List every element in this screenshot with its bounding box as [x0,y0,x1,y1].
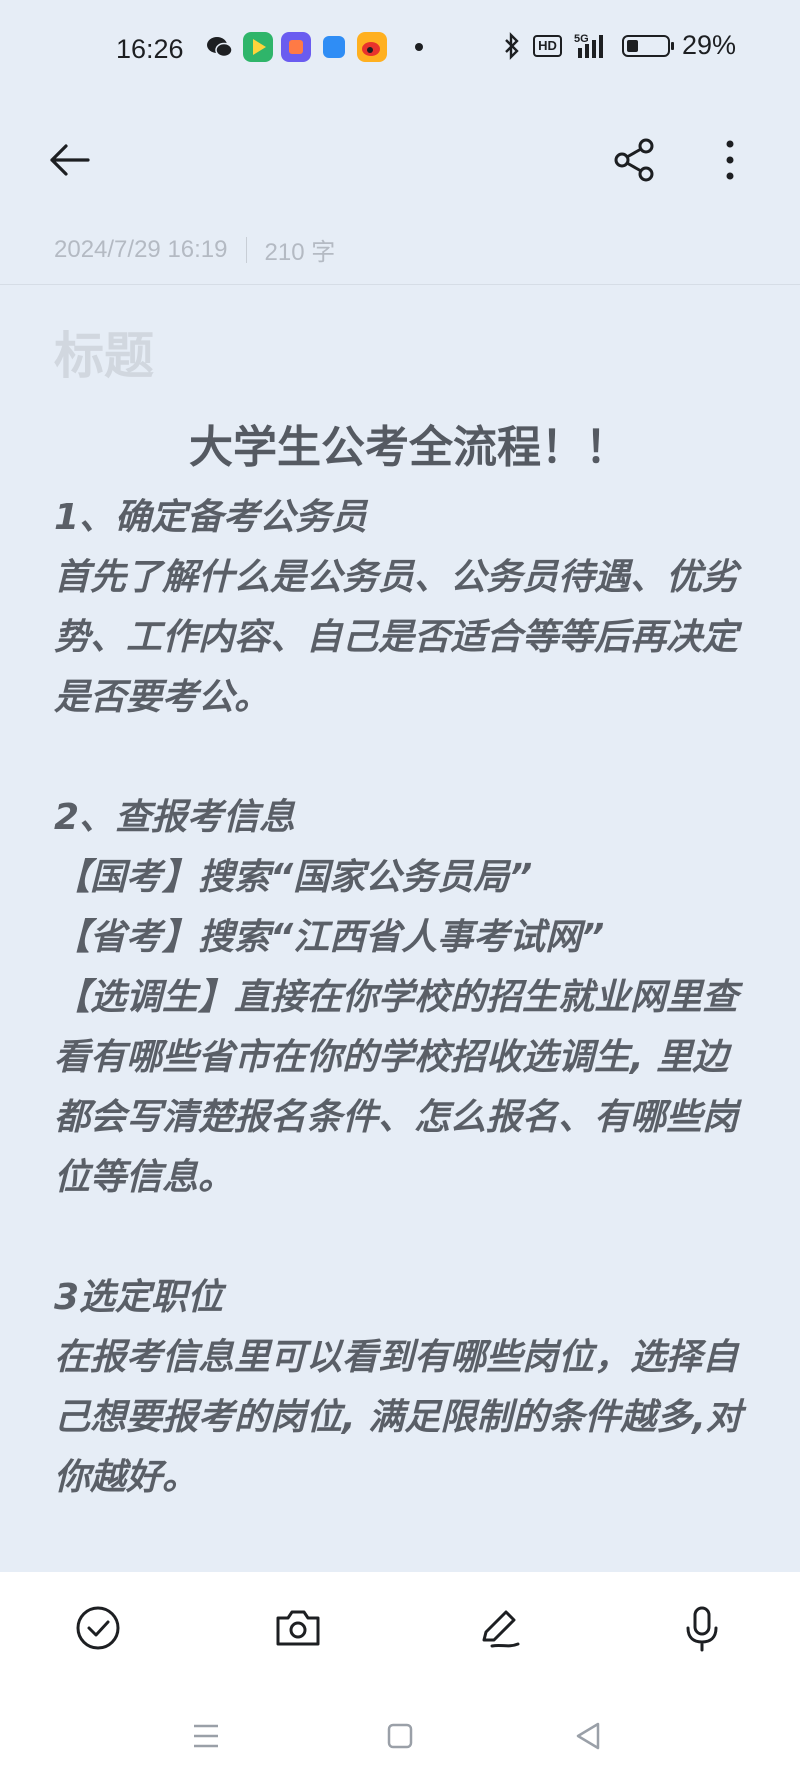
divider [0,284,800,285]
checklist-icon[interactable] [70,1600,126,1656]
note-line: 【选调生】直接在你学校的招生就业网里查 [54,977,739,1018]
note-line: 看有哪些省市在你的学校招收选调生, 里边 [54,1037,729,1078]
note-meta: 2024/7/29 16:19 210 字 [54,232,335,267]
note-word-count: 210 字 [264,239,336,266]
share-icon[interactable] [610,134,662,186]
note-line: 己想要报考的岗位, 满足限制的条件越多,对 [54,1397,742,1438]
note-datetime: 2024/7/29 16:19 [54,235,228,263]
note-body[interactable]: 大学生公考全流程！！ 1、确定备考公务员首先了解什么是公务员、公务员待遇、优劣势… [54,418,754,1508]
note-line: 【国考】搜索“国家公务员局” [54,857,533,898]
note-line: 2、查报考信息 [54,797,296,838]
status-bar: 16:26 HD 5G 29% [0,0,800,100]
meta-separator [245,236,247,263]
battery-fill [626,39,638,52]
office-app-icon [281,32,311,62]
note-line: 你越好。 [54,1457,199,1498]
menu-icon[interactable] [186,1716,226,1756]
note-line: 在报考信息里可以看到有哪些岗位，选择自 [54,1337,739,1378]
battery-icon [621,34,674,57]
note-heading: 大学生公考全流程！！ [189,422,629,473]
note-toolbar [0,120,800,200]
bottom-toolbar [0,1572,800,1778]
bluetooth-icon [505,31,519,60]
network-type: 5G [574,33,589,45]
weibo-icon [357,32,387,62]
status-time: 16:26 [116,34,184,64]
notification-icons [205,32,423,62]
note-line: 3选定职位 [54,1277,224,1318]
hd-badge: HD [533,34,562,57]
battery-percent: 29% [681,30,736,60]
handwriting-icon[interactable] [472,1600,528,1656]
blue-app-icon [323,36,345,58]
system-icons: HD 5G 29% [503,30,736,61]
note-line: 【省考】搜索“江西省人事考试网” [54,917,605,958]
signal-icon: 5G [574,33,603,58]
system-navigation [0,1712,800,1762]
note-line: 1、确定备考公务员 [54,497,368,538]
video-app-icon [243,32,273,62]
home-icon[interactable] [380,1716,420,1756]
note-line: 势、工作内容、自己是否适合等等后再决定 [54,617,739,658]
back-triangle-icon[interactable] [568,1716,608,1756]
note-line: 是否要考公。 [54,677,271,718]
camera-icon[interactable] [270,1600,326,1656]
note-lines: 1、确定备考公务员首先了解什么是公务员、公务员待遇、优劣 势、工作内容、自己是否适… [54,488,754,1508]
note-line: 首先了解什么是公务员、公务员待遇、优劣 [54,557,739,598]
note-line: 位等信息。 [54,1157,235,1198]
note-title-field[interactable]: 标题 [54,316,154,388]
microphone-icon[interactable] [674,1600,730,1656]
arrow-left-icon[interactable] [44,134,96,186]
more-vertical-icon[interactable] [710,134,750,186]
wechat-icon [207,37,233,58]
note-line: 都会写清楚报名条件、怎么报名、有哪些岗 [54,1097,739,1138]
more-notifications-dot [415,43,423,51]
